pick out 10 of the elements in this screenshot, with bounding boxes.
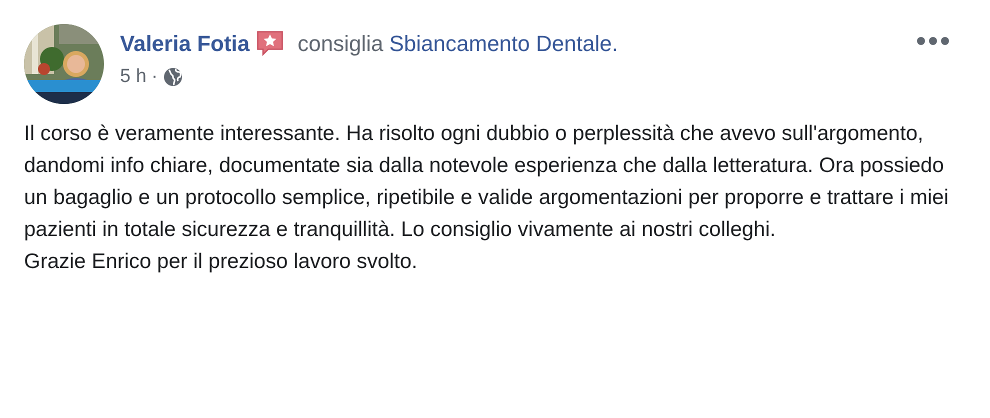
globe-icon (162, 67, 183, 87)
action-text: consiglia (298, 31, 384, 57)
timestamp[interactable]: 5 h (120, 66, 146, 88)
post-text: Grazie Enrico per il prezioso lavoro svolto. (24, 249, 418, 275)
author-name[interactable]: Valeria Fotia (120, 31, 250, 57)
post-text: Il corso è veramente interessante. Ha risolto ogni dubbio o perplessità che avevo sull'argomento, dandomi info chiare, documentate sia dalla notevole esperienza che dalla letteratura. Ora possiedo un bagaglio e un protocollo semplice, ripetibile e valide argomentazioni per proporre e trattare i miei pazienti in totale sicurezza e tranquillità. Lo consiglio vivamente ai nostri colleghi. (24, 121, 950, 243)
star-speech-bubble-icon (256, 30, 284, 58)
page-link[interactable]: Sbiancamento Dentale. (389, 31, 618, 57)
separator: · (151, 66, 158, 88)
more-options-icon[interactable] (916, 36, 950, 46)
